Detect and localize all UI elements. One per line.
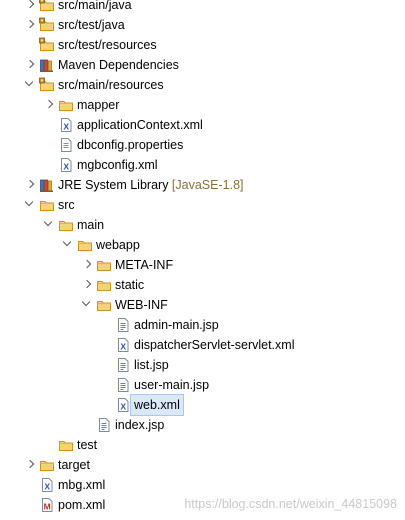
- collapse-twisty-icon[interactable]: [25, 75, 37, 95]
- tree-item-label: WEB-INF: [115, 298, 168, 312]
- tree-item-label: admin-main.jsp: [134, 318, 219, 332]
- tree-item[interactable]: Xweb.xml: [0, 394, 405, 416]
- xml-file-icon: X: [58, 117, 74, 133]
- svg-text:X: X: [63, 162, 69, 172]
- library-icon: [39, 57, 55, 73]
- tree-item[interactable]: target: [0, 455, 405, 475]
- svg-text:M: M: [44, 502, 51, 512]
- tree-item-label: mgbconfig.xml: [77, 158, 158, 172]
- tree-item-label: JRE System Library [JavaSE-1.8]: [58, 178, 244, 192]
- tree-item[interactable]: webapp: [0, 235, 405, 255]
- expand-twisty-icon[interactable]: [82, 255, 94, 275]
- tree-item[interactable]: JRE System Library [JavaSE-1.8]: [0, 175, 405, 195]
- folder-icon: [96, 257, 112, 273]
- tree-item-label: web.xml: [130, 394, 184, 416]
- expand-twisty-icon[interactable]: [44, 95, 56, 115]
- tree-item-label: mbg.xml: [58, 478, 106, 492]
- folder-icon: [96, 297, 112, 313]
- tree-item[interactable]: admin-main.jsp: [0, 315, 405, 335]
- maven-pom-icon: M: [39, 497, 55, 513]
- text-file-icon: [58, 137, 74, 153]
- tree-item-label: list.jsp: [134, 358, 169, 372]
- tree-item-label: src/main/resources: [58, 78, 164, 92]
- xml-file-icon: X: [115, 397, 131, 413]
- tree-item-label: static: [115, 278, 145, 292]
- tree-item-label: mapper: [77, 98, 120, 112]
- source-folder-icon: [39, 17, 55, 33]
- folder-icon: [96, 277, 112, 293]
- expand-twisty-icon[interactable]: [25, 0, 37, 15]
- xml-file-icon: X: [115, 337, 131, 353]
- tree-item[interactable]: list.jsp: [0, 355, 405, 375]
- tree-item[interactable]: META-INF: [0, 255, 405, 275]
- tree-item[interactable]: user-main.jsp: [0, 375, 405, 395]
- tree-item-label: target: [58, 458, 90, 472]
- tree-item-label: src/test/resources: [58, 38, 157, 52]
- folder-icon: [58, 437, 74, 453]
- collapse-twisty-icon[interactable]: [82, 295, 94, 315]
- xml-file-icon: X: [58, 157, 74, 173]
- tree-item-label: user-main.jsp: [134, 378, 210, 392]
- tree-item-label: test: [77, 438, 98, 452]
- tree-item-label: Maven Dependencies: [58, 58, 179, 72]
- tree-item-label: dispatcherServlet-servlet.xml: [134, 338, 295, 352]
- tree-item[interactable]: src: [0, 195, 405, 215]
- tree-item[interactable]: dbconfig.properties: [0, 135, 405, 155]
- tree-item[interactable]: test: [0, 435, 405, 455]
- tree-item[interactable]: XdispatcherServlet-servlet.xml: [0, 335, 405, 355]
- svg-text:X: X: [120, 342, 126, 352]
- expand-twisty-icon[interactable]: [25, 175, 37, 195]
- tree-item-label: META-INF: [115, 258, 174, 272]
- tree-item[interactable]: mapper: [0, 95, 405, 115]
- xml-file-icon: X: [39, 477, 55, 493]
- tree-item[interactable]: src/test/java: [0, 15, 405, 35]
- tree-item[interactable]: index.jsp: [0, 415, 405, 435]
- library-icon: [39, 177, 55, 193]
- folder-icon: [77, 237, 93, 253]
- watermark: https://blog.csdn.net/weixin_44815098: [184, 497, 397, 511]
- folder-icon: [58, 97, 74, 113]
- jsp-file-icon: [115, 377, 131, 393]
- jsp-file-icon: [115, 317, 131, 333]
- tree-item-label: src/main/java: [58, 0, 132, 12]
- folder-icon: [39, 457, 55, 473]
- expand-twisty-icon[interactable]: [25, 15, 37, 35]
- source-folder-icon: [39, 77, 55, 93]
- tree-item[interactable]: XapplicationContext.xml: [0, 115, 405, 135]
- tree-item-decoration: [JavaSE-1.8]: [168, 178, 244, 192]
- tree-item-label: applicationContext.xml: [77, 118, 203, 132]
- tree-item-label: index.jsp: [115, 418, 165, 432]
- expand-twisty-icon[interactable]: [25, 455, 37, 475]
- jsp-file-icon: [115, 357, 131, 373]
- source-folder-icon: [39, 0, 55, 13]
- folder-icon: [58, 217, 74, 233]
- collapse-twisty-icon[interactable]: [63, 235, 75, 255]
- tree-item[interactable]: Maven Dependencies: [0, 55, 405, 75]
- tree-item[interactable]: main: [0, 215, 405, 235]
- collapse-twisty-icon[interactable]: [25, 195, 37, 215]
- tree-item[interactable]: static: [0, 275, 405, 295]
- tree-item[interactable]: src/test/resources: [0, 35, 405, 55]
- tree-item-label: src/test/java: [58, 18, 125, 32]
- tree-item-label: src: [58, 198, 75, 212]
- project-explorer-tree: src/main/java src/test/java src/test/resou…: [0, 0, 405, 515]
- tree-item[interactable]: Xmgbconfig.xml: [0, 155, 405, 175]
- tree-item-label: dbconfig.properties: [77, 138, 184, 152]
- tree-item-label: main: [77, 218, 105, 232]
- expand-twisty-icon[interactable]: [82, 275, 94, 295]
- tree-item[interactable]: src/main/resources: [0, 75, 405, 95]
- tree-item[interactable]: src/main/java: [0, 0, 405, 15]
- svg-text:X: X: [63, 122, 69, 132]
- svg-text:X: X: [44, 482, 50, 492]
- tree-item[interactable]: Xmbg.xml: [0, 475, 405, 495]
- jsp-file-icon: [96, 417, 112, 433]
- collapse-twisty-icon[interactable]: [44, 215, 56, 235]
- tree-item[interactable]: WEB-INF: [0, 295, 405, 315]
- source-folder-icon: [39, 37, 55, 53]
- svg-text:X: X: [120, 402, 126, 412]
- tree-item-label: pom.xml: [58, 498, 106, 512]
- folder-icon: [39, 197, 55, 213]
- expand-twisty-icon[interactable]: [25, 55, 37, 75]
- tree-item-label: webapp: [96, 238, 140, 252]
